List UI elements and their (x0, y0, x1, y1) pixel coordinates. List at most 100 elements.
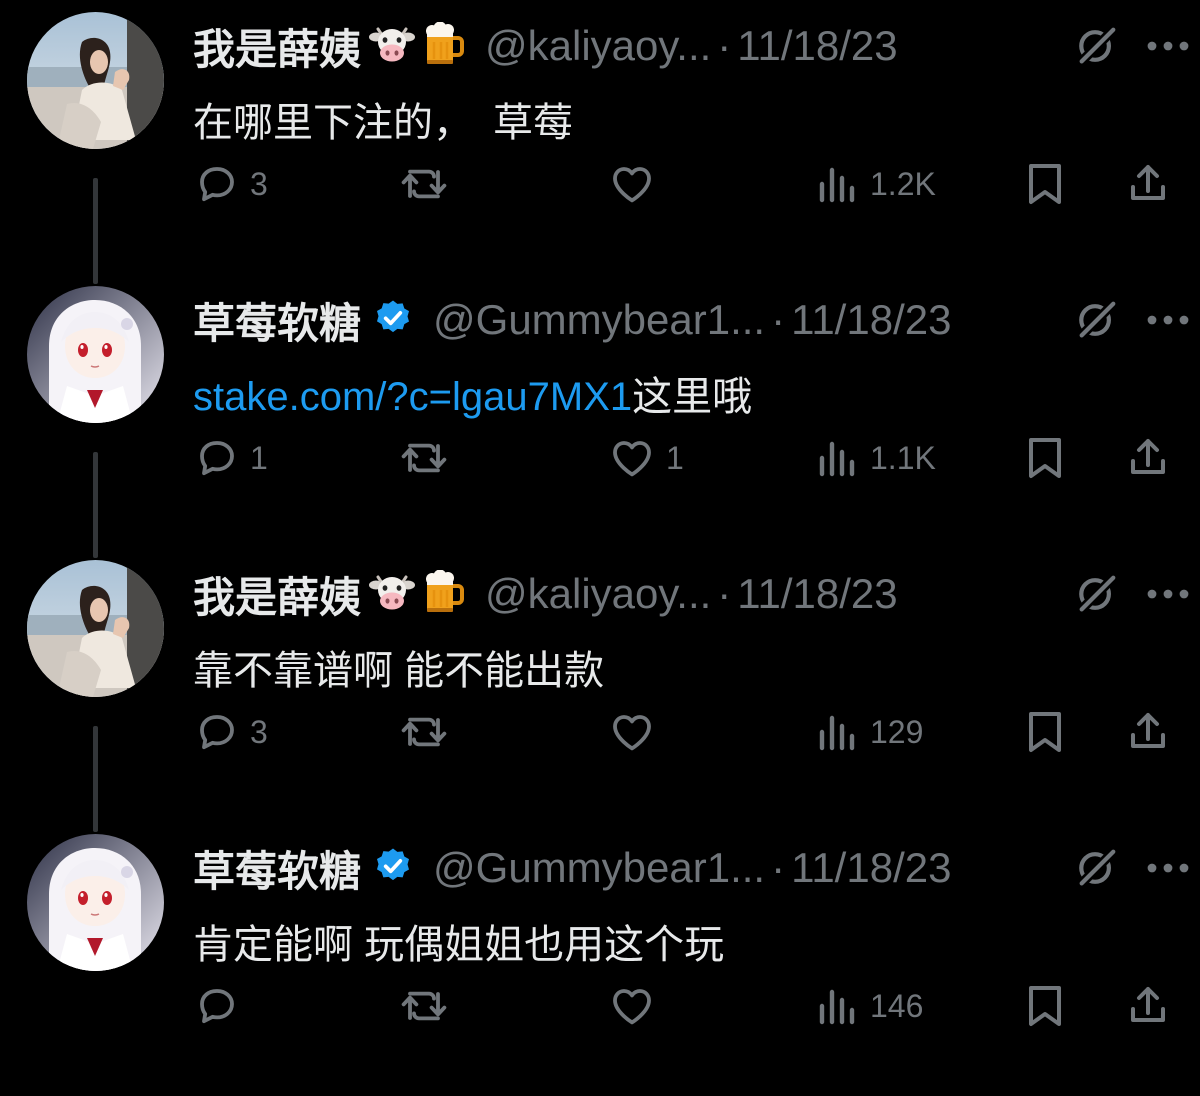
share-button[interactable] (1124, 152, 1172, 216)
views-button[interactable]: 146 (816, 974, 923, 1038)
display-name[interactable]: 我是薛姨 (193, 564, 361, 625)
share-icon (1124, 708, 1172, 756)
more-icon[interactable] (1146, 310, 1190, 330)
grok-icon[interactable] (1074, 23, 1120, 69)
tweet-date[interactable]: 11/18/23 (791, 844, 951, 892)
tweet-text-content: 在哪里下注的， 草莓 (193, 101, 573, 145)
replies-count: 3 (250, 165, 268, 202)
reply-icon (192, 708, 240, 756)
bookmark-icon (1023, 433, 1067, 483)
verified-badge-icon (373, 298, 413, 343)
views-icon (816, 434, 860, 482)
tweet-text: 靠不靠谱啊 能不能出款 (193, 638, 604, 696)
display-name[interactable]: 草莓软糖 (193, 290, 361, 351)
bookmark-button[interactable] (1023, 426, 1067, 490)
tweet[interactable]: 我是薛姨 @kaliyaoy... · 11/18/23 靠不靠谱啊 能不能出款… (0, 548, 1200, 832)
tweet-text: stake.com/?c=lgau7MX1这里哦 (193, 364, 752, 422)
grok-icon[interactable] (1074, 297, 1120, 343)
views-icon (816, 708, 860, 756)
tweet[interactable]: 草莓软糖 @Gummybear1... · 11/18/23 肯定能啊 玩偶姐姐… (0, 822, 1200, 1096)
reply-button[interactable] (192, 974, 250, 1038)
retweet-button[interactable] (398, 974, 460, 1038)
like-button[interactable] (608, 152, 666, 216)
reply-button[interactable]: 3 (192, 700, 268, 764)
avatar[interactable] (27, 286, 164, 423)
tweet-header: 我是薛姨 @kaliyaoy... · 11/18/23 (193, 566, 1190, 622)
retweet-button[interactable] (398, 700, 460, 764)
like-icon (608, 160, 656, 208)
like-button[interactable] (608, 700, 666, 764)
views-count: 1.2K (870, 165, 936, 202)
thread-connector-line (93, 178, 98, 284)
share-button[interactable] (1124, 426, 1172, 490)
like-icon (608, 708, 656, 756)
reply-icon (192, 982, 240, 1030)
reply-icon (192, 160, 240, 208)
like-button[interactable]: 1 (608, 426, 684, 490)
tweet-date[interactable]: 11/18/23 (737, 570, 897, 618)
display-name[interactable]: 草莓软糖 (193, 838, 361, 899)
tweet[interactable]: 草莓软糖 @Gummybear1... · 11/18/23 stake.com… (0, 274, 1200, 558)
tweet-date[interactable]: 11/18/23 (737, 22, 897, 70)
replies-count: 3 (250, 713, 268, 750)
bookmark-button[interactable] (1023, 700, 1067, 764)
retweet-icon (398, 708, 450, 756)
retweet-button[interactable] (398, 152, 460, 216)
tweet-header: 草莓软糖 @Gummybear1... · 11/18/23 (193, 292, 1190, 348)
share-button[interactable] (1124, 700, 1172, 764)
grok-icon[interactable] (1074, 845, 1120, 891)
user-handle[interactable]: @kaliyaoy... (485, 22, 711, 70)
views-button[interactable]: 1.2K (816, 152, 936, 216)
more-icon[interactable] (1146, 584, 1190, 604)
reply-button[interactable]: 3 (192, 152, 268, 216)
like-button[interactable] (608, 974, 666, 1038)
tweet-actions: 1 1 1.1K (190, 426, 1180, 490)
share-button[interactable] (1124, 974, 1172, 1038)
tweet-actions: 3 129 (190, 700, 1180, 764)
thread-connector-line (93, 452, 98, 558)
like-icon (608, 434, 656, 482)
tweet-header: 我是薛姨 @kaliyaoy... · 11/18/23 (193, 18, 1190, 74)
retweet-button[interactable] (398, 426, 460, 490)
retweet-icon (398, 982, 450, 1030)
bookmark-icon (1023, 159, 1067, 209)
avatar[interactable] (27, 12, 164, 149)
beer-mug-emoji (423, 21, 465, 71)
user-handle[interactable]: @Gummybear1... (433, 296, 765, 344)
tweet-text: 在哪里下注的， 草莓 (193, 90, 573, 148)
avatar[interactable] (27, 834, 164, 971)
grok-icon[interactable] (1074, 571, 1120, 617)
verified-badge-icon (373, 846, 413, 891)
bookmark-button[interactable] (1023, 974, 1067, 1038)
tweet-link[interactable]: stake.com/?c=lgau7MX1 (193, 375, 632, 419)
beer-mug-emoji (423, 569, 465, 619)
like-icon (608, 982, 656, 1030)
views-button[interactable]: 129 (816, 700, 923, 764)
tweet-text-content: 靠不靠谱啊 能不能出款 (193, 649, 605, 693)
user-handle[interactable]: @Gummybear1... (433, 844, 765, 892)
bookmark-button[interactable] (1023, 152, 1067, 216)
separator-dot: · (717, 570, 732, 617)
tweet[interactable]: 我是薛姨 @kaliyaoy... · 11/18/23 在哪里下注的， 草莓 … (0, 0, 1200, 284)
likes-count: 1 (666, 439, 684, 476)
thread-connector-line (93, 726, 98, 832)
separator-dot: · (771, 844, 786, 891)
more-icon[interactable] (1146, 36, 1190, 56)
user-handle[interactable]: @kaliyaoy... (485, 570, 711, 618)
separator-dot: · (771, 296, 786, 343)
views-count: 129 (870, 713, 924, 750)
reply-button[interactable]: 1 (192, 426, 268, 490)
views-icon (816, 982, 860, 1030)
share-icon (1124, 982, 1172, 1030)
avatar[interactable] (27, 560, 164, 697)
views-button[interactable]: 1.1K (816, 426, 936, 490)
separator-dot: · (717, 22, 732, 69)
tweet-text: 肯定能啊 玩偶姐姐也用这个玩 (193, 912, 724, 970)
cow-face-emoji (369, 24, 416, 69)
bookmark-icon (1023, 981, 1067, 1031)
tweet-text-content: 肯定能啊 玩偶姐姐也用这个玩 (193, 923, 725, 967)
display-name[interactable]: 我是薛姨 (193, 16, 361, 77)
cow-face-emoji (369, 572, 416, 617)
more-icon[interactable] (1146, 858, 1190, 878)
tweet-date[interactable]: 11/18/23 (791, 296, 951, 344)
